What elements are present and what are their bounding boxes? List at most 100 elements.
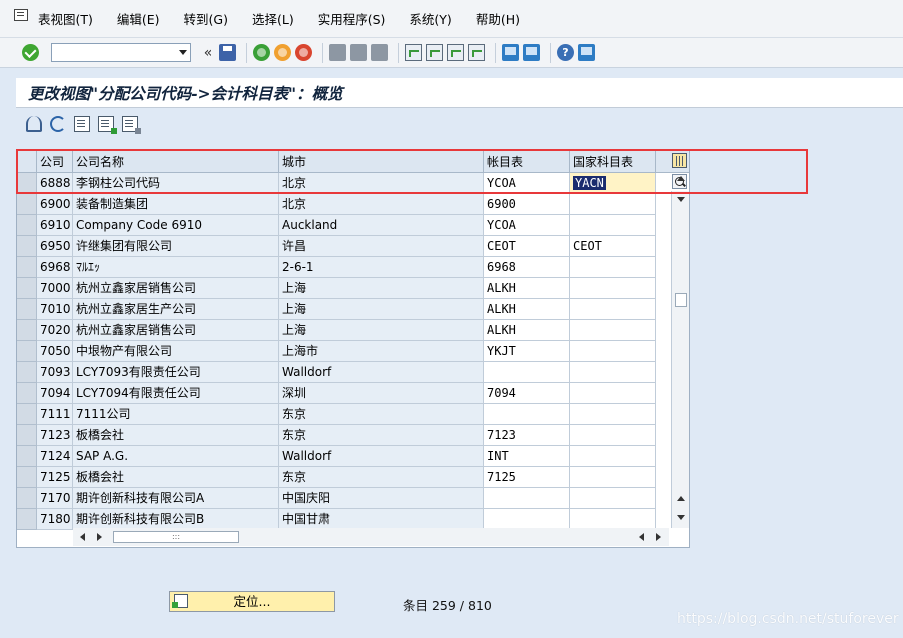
vertical-scrollbar[interactable] <box>671 176 689 528</box>
table-settings-icon[interactable] <box>672 153 687 168</box>
menu-system[interactable]: 系统(Y) <box>409 9 451 28</box>
table-row[interactable]: 7170 期许创新科技有限公司A 中国庆阳 <box>17 488 669 509</box>
cell-country-chart-of-accounts[interactable] <box>570 404 656 425</box>
row-selector[interactable] <box>17 446 37 467</box>
row-selector[interactable] <box>17 362 37 383</box>
cell-chart-of-accounts[interactable]: INT <box>484 446 570 467</box>
scroll-left-icon[interactable] <box>80 533 85 541</box>
enter-check-icon[interactable] <box>22 44 39 61</box>
menu-table-view[interactable]: 表视图(T) <box>38 9 93 28</box>
table-row[interactable]: 7093 LCY7093有限责任公司 Walldorf <box>17 362 669 383</box>
scroll-down-icon[interactable] <box>677 197 685 202</box>
row-selector[interactable] <box>17 341 37 362</box>
cell-country-chart-of-accounts[interactable] <box>570 488 656 509</box>
cell-chart-of-accounts[interactable] <box>484 404 570 425</box>
row-selector[interactable] <box>17 236 37 257</box>
cell-chart-of-accounts[interactable] <box>484 362 570 383</box>
column-header-company-name[interactable]: 公司名称 <box>73 151 279 173</box>
cell-country-chart-of-accounts[interactable] <box>570 362 656 383</box>
table-row[interactable]: 7111 7111公司 东京 <box>17 404 669 425</box>
cell-country-chart-of-accounts[interactable] <box>570 383 656 404</box>
row-selector[interactable] <box>17 278 37 299</box>
command-field[interactable] <box>51 43 191 62</box>
cell-chart-of-accounts[interactable]: 6900 <box>484 194 570 215</box>
cell-chart-of-accounts[interactable] <box>484 488 570 509</box>
undo-icon[interactable] <box>50 116 66 132</box>
first-page-icon[interactable] <box>405 44 422 61</box>
back-icon[interactable] <box>253 44 270 61</box>
cell-country-chart-of-accounts[interactable] <box>570 257 656 278</box>
cell-country-chart-of-accounts[interactable]: CEOT <box>570 236 656 257</box>
chevron-down-icon[interactable] <box>179 50 187 55</box>
scroll-left-icon[interactable] <box>639 533 644 541</box>
deselect-all-icon[interactable] <box>122 116 141 134</box>
row-selector[interactable] <box>17 467 37 488</box>
cell-chart-of-accounts[interactable]: 7125 <box>484 467 570 488</box>
table-row[interactable]: 7050 中垠物产有限公司 上海市 YKJT <box>17 341 669 362</box>
cell-country-chart-of-accounts[interactable] <box>570 215 656 236</box>
cancel-icon[interactable] <box>295 44 312 61</box>
table-row[interactable]: 6910 Company Code 6910 Auckland YCOA <box>17 215 669 236</box>
cell-chart-of-accounts[interactable]: CEOT <box>484 236 570 257</box>
column-header-chart-of-accounts[interactable]: 帐目表 <box>484 151 570 173</box>
scroll-right-icon[interactable] <box>97 533 102 541</box>
select-all-rows-header[interactable] <box>17 151 37 173</box>
find-icon[interactable] <box>350 44 367 61</box>
row-selector[interactable] <box>17 257 37 278</box>
collapse-command-icon[interactable]: « <box>203 45 213 61</box>
scroll-up-icon[interactable] <box>677 176 685 181</box>
cell-chart-of-accounts[interactable]: 6968 <box>484 257 570 278</box>
row-selector[interactable] <box>17 320 37 341</box>
shortcut-icon[interactable] <box>523 44 540 61</box>
horizontal-scroll-thumb[interactable]: ::: <box>113 531 239 543</box>
find-next-icon[interactable] <box>371 44 388 61</box>
table-row[interactable]: 6888 李钢柱公司代码 北京 YCOA YACN <box>17 173 669 194</box>
cell-country-chart-of-accounts[interactable] <box>570 299 656 320</box>
menu-goto[interactable]: 转到(G) <box>184 9 228 28</box>
menu-utilities[interactable]: 实用程序(S) <box>318 9 386 28</box>
table-row[interactable]: 7020 杭州立鑫家居销售公司 上海 ALKH <box>17 320 669 341</box>
cell-country-chart-of-accounts[interactable] <box>570 341 656 362</box>
cell-country-chart-of-accounts[interactable] <box>570 194 656 215</box>
save-icon[interactable] <box>219 44 236 61</box>
help-icon[interactable]: ? <box>557 44 574 61</box>
row-selector[interactable] <box>17 299 37 320</box>
column-header-city[interactable]: 城市 <box>279 151 484 173</box>
row-selector[interactable] <box>17 509 37 530</box>
vertical-scroll-thumb[interactable] <box>675 293 687 307</box>
menu-edit[interactable]: 编辑(E) <box>117 9 160 28</box>
table-row[interactable]: 6968 ﾏﾙｴｯ 2-6-1 6968 <box>17 257 669 278</box>
table-row[interactable]: 7125 板橋会社 东京 7125 <box>17 467 669 488</box>
cell-chart-of-accounts[interactable]: 7123 <box>484 425 570 446</box>
cell-country-chart-of-accounts[interactable] <box>570 320 656 341</box>
row-selector[interactable] <box>17 173 37 194</box>
cell-chart-of-accounts[interactable]: YCOA <box>484 173 570 194</box>
position-button[interactable]: 定位... <box>169 591 335 612</box>
next-page-icon[interactable] <box>447 44 464 61</box>
customize-layout-icon[interactable] <box>578 44 595 61</box>
exit-icon[interactable] <box>274 44 291 61</box>
table-row[interactable]: 7010 杭州立鑫家居生产公司 上海 ALKH <box>17 299 669 320</box>
row-selector[interactable] <box>17 194 37 215</box>
column-header-country-chart-of-accounts[interactable]: 国家科目表 <box>570 151 656 173</box>
select-all-icon[interactable] <box>74 116 90 132</box>
scroll-up-icon[interactable] <box>677 496 685 501</box>
cell-country-chart-of-accounts[interactable] <box>570 467 656 488</box>
cell-chart-of-accounts[interactable] <box>484 509 570 530</box>
system-menu-icon[interactable] <box>14 8 28 21</box>
row-selector[interactable] <box>17 488 37 509</box>
row-selector[interactable] <box>17 383 37 404</box>
cell-chart-of-accounts[interactable]: YKJT <box>484 341 570 362</box>
column-header-company-code[interactable]: 公司 <box>37 151 73 173</box>
cell-chart-of-accounts[interactable]: YCOA <box>484 215 570 236</box>
cell-chart-of-accounts[interactable]: ALKH <box>484 320 570 341</box>
table-row[interactable]: 7094 LCY7094有限责任公司 深圳 7094 <box>17 383 669 404</box>
table-row[interactable]: 7124 SAP A.G. Walldorf INT <box>17 446 669 467</box>
scroll-down-icon[interactable] <box>677 515 685 520</box>
table-row[interactable]: 7180 期许创新科技有限公司B 中国甘肃 <box>17 509 669 530</box>
table-row[interactable]: 7123 板橋会社 东京 7123 <box>17 425 669 446</box>
cell-country-chart-of-accounts[interactable] <box>570 446 656 467</box>
display-change-icon[interactable] <box>26 116 42 132</box>
row-selector[interactable] <box>17 404 37 425</box>
last-page-icon[interactable] <box>468 44 485 61</box>
